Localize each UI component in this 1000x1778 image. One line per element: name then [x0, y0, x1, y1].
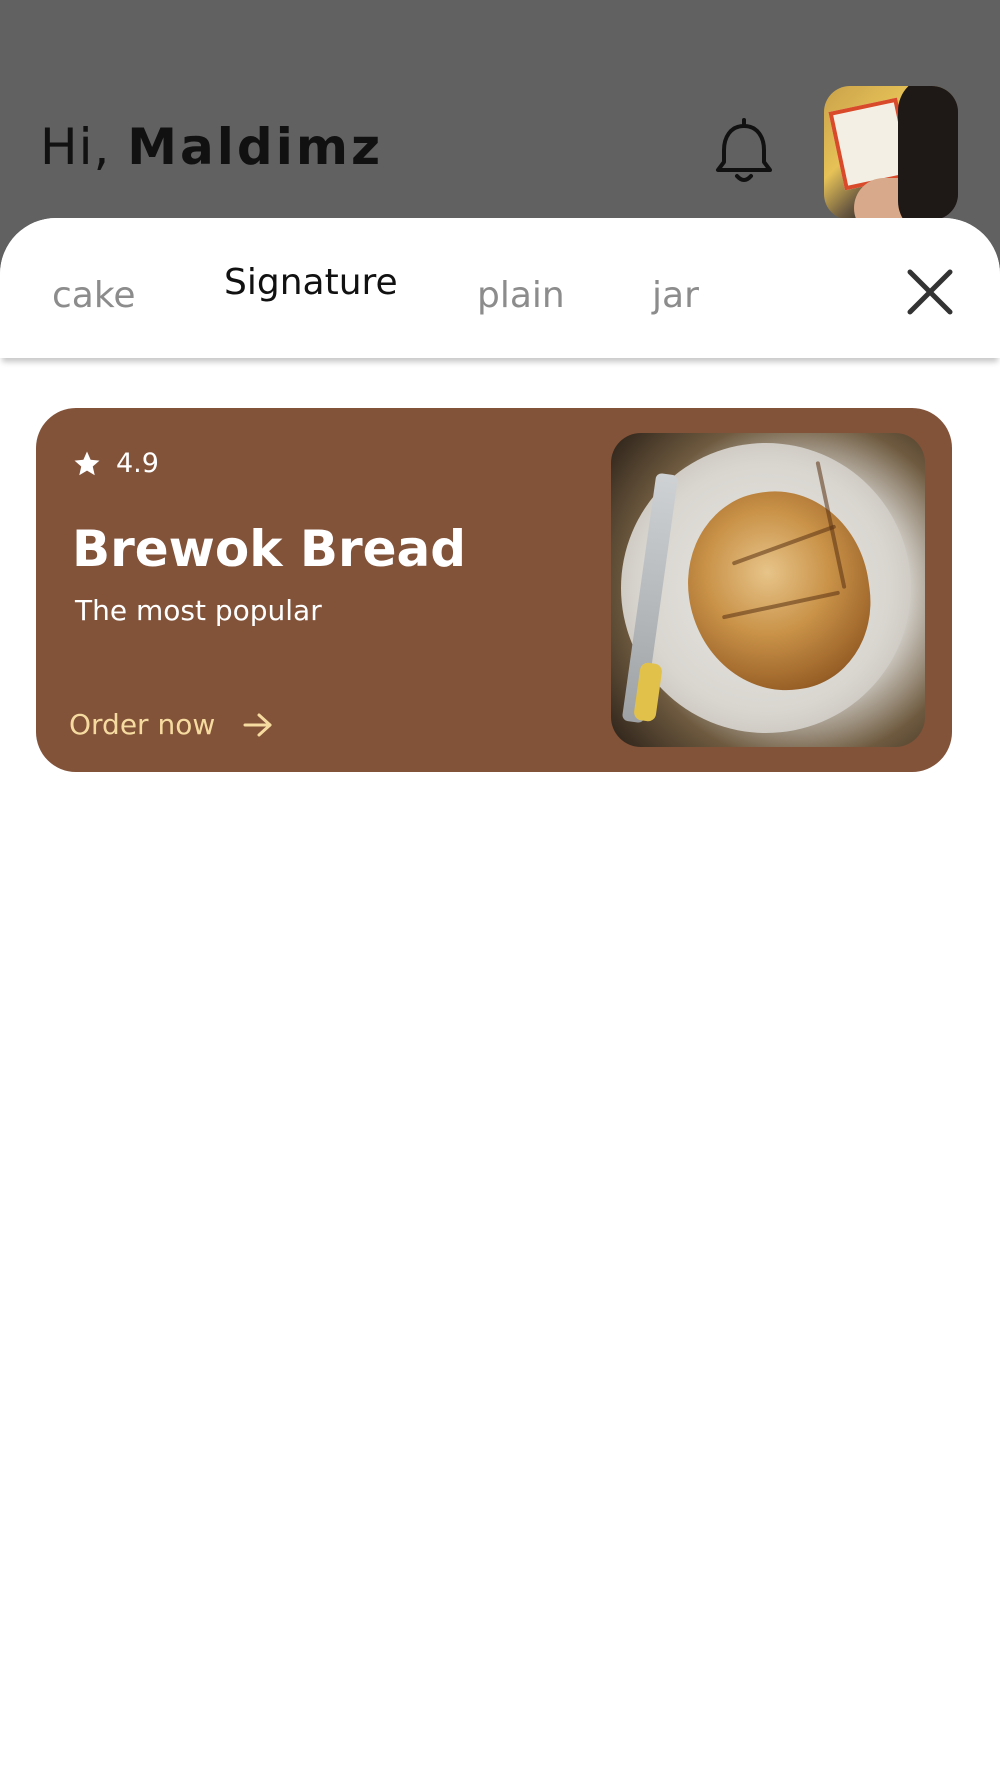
- avatar[interactable]: [824, 86, 958, 220]
- order-now-label: Order now: [69, 708, 216, 741]
- avatar-hair: [898, 86, 958, 220]
- star-icon: [74, 451, 100, 475]
- order-now-button[interactable]: Order now: [69, 708, 273, 741]
- tab-cake[interactable]: cake: [52, 275, 136, 316]
- bell-icon[interactable]: [710, 118, 778, 188]
- tab-jar[interactable]: jar: [652, 275, 699, 316]
- product-title: Brewok Bread: [72, 520, 467, 578]
- rating-value: 4.9: [116, 448, 159, 479]
- tab-signature[interactable]: Signature: [224, 262, 398, 303]
- product-subtitle: The most popular: [75, 594, 322, 627]
- greeting-prefix: Hi,: [40, 118, 111, 176]
- close-icon[interactable]: [906, 268, 954, 316]
- user-name: Maldimz: [127, 118, 384, 176]
- tab-plain[interactable]: plain: [477, 275, 565, 316]
- greeting: Hi, Maldimz: [40, 118, 383, 176]
- arrow-right-icon: [243, 713, 272, 736]
- rating: 4.9: [72, 448, 159, 479]
- bread-photo: [611, 433, 925, 747]
